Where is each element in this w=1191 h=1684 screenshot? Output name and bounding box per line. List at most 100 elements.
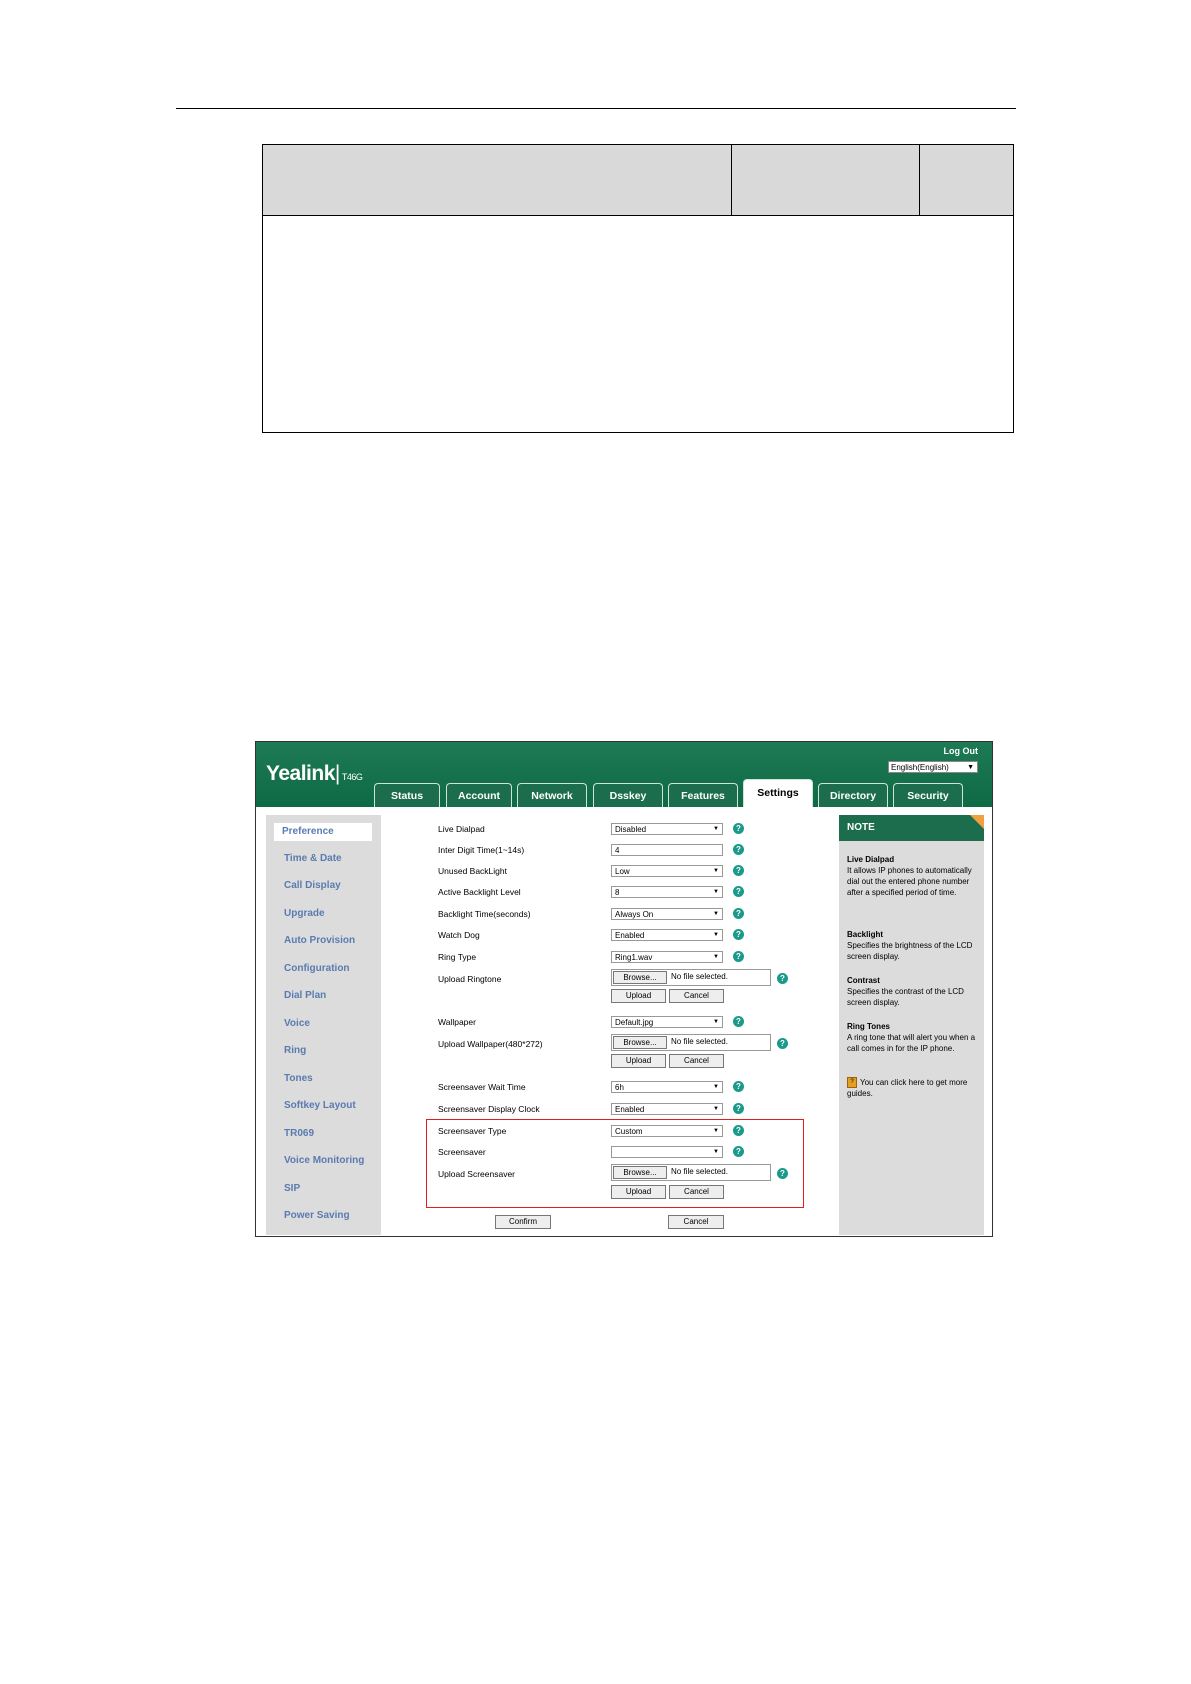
logout-link[interactable]: Log Out [944,746,979,756]
live-dialpad-value: Disabled [615,825,647,834]
ringtone-file-input[interactable]: Browse... No file selected. [611,969,771,986]
sidebar-item-upgrade[interactable]: Upgrade [284,908,325,919]
sidebar-item-time-date[interactable]: Time & Date [284,853,342,864]
watch-dog-value: Enabled [615,931,645,940]
browse-button[interactable]: Browse... [613,1036,667,1049]
upload-wallpaper-label: Upload Wallpaper(480*272) [438,1039,543,1049]
help-icon[interactable]: ? [733,908,744,919]
banner: Yealink| T46G Log Out English(English) ▼ S… [256,742,992,807]
sidebar-item-ring[interactable]: Ring [284,1045,306,1056]
screensaver-select[interactable]: ▼ [611,1146,723,1158]
screensaver-clock-select[interactable]: Enabled ▼ [611,1103,723,1115]
inter-digit-input[interactable]: 4 [611,844,723,856]
screensaver-clock-label: Screensaver Display Clock [438,1104,540,1114]
logo-sep: | [334,762,340,785]
sidebar-item-tr069[interactable]: TR069 [284,1128,314,1139]
watch-dog-select[interactable]: Enabled ▼ [611,929,723,941]
watch-dog-label: Watch Dog [438,930,480,940]
header-rule [176,108,1016,109]
tab-network[interactable]: Network [517,783,587,807]
screensaver-file-input[interactable]: Browse... No file selected. [611,1164,771,1181]
backlight-time-value: Always On [615,910,654,919]
upload-button[interactable]: Upload [611,1054,666,1068]
help-icon[interactable]: ? [733,1016,744,1027]
help-icon[interactable]: ? [733,929,744,940]
screensaver-wait-select[interactable]: 6h ▼ [611,1081,723,1093]
wallpaper-file-input[interactable]: Browse... No file selected. [611,1034,771,1051]
sidebar-item-preference[interactable]: Preference [274,823,372,841]
unused-backlight-select[interactable]: Low ▼ [611,865,723,877]
help-icon[interactable]: ? [733,886,744,897]
note-guide-link[interactable]: ? You can click here to get more guides. [847,1077,979,1099]
upload-button[interactable]: Upload [611,1185,666,1199]
note-live-dialpad: Live Dialpad It allows IP phones to auto… [847,854,979,898]
tab-settings[interactable]: Settings [743,779,813,807]
sidebar-item-call-display[interactable]: Call Display [284,880,341,891]
backlight-time-label: Backlight Time(seconds) [438,909,531,919]
note-contrast: Contrast Specifies the contrast of the L… [847,975,979,1008]
browse-button[interactable]: Browse... [613,1166,667,1179]
ring-type-label: Ring Type [438,952,477,962]
no-file-text: No file selected. [671,972,728,981]
yealink-logo: Yealink| T46G [266,762,363,786]
cancel-button[interactable]: Cancel [669,989,724,1003]
note-title: NOTE [839,815,984,841]
tab-account[interactable]: Account [446,783,512,807]
tab-features[interactable]: Features [668,783,738,807]
live-dialpad-select[interactable]: Disabled ▼ [611,823,723,835]
sidebar-item-configuration[interactable]: Configuration [284,963,350,974]
language-select[interactable]: English(English) ▼ [888,761,978,773]
help-icon[interactable]: ? [733,865,744,876]
tab-status[interactable]: Status [374,783,440,807]
note-ringtones: Ring Tones A ring tone that will alert y… [847,1021,979,1054]
cancel-button[interactable]: Cancel [668,1215,724,1229]
note-backlight-title: Backlight [847,930,884,939]
cancel-button[interactable]: Cancel [669,1185,724,1199]
help-icon[interactable]: ? [733,844,744,855]
active-backlight-value: 8 [615,888,620,897]
doc-table-divider [919,145,920,215]
help-icon[interactable]: ? [733,1125,744,1136]
upload-button[interactable]: Upload [611,989,666,1003]
wallpaper-select[interactable]: Default.jpg ▼ [611,1016,723,1028]
help-icon[interactable]: ? [733,951,744,962]
confirm-button[interactable]: Confirm [495,1215,551,1229]
doc-table [262,144,1014,433]
sidebar-item-softkey-layout[interactable]: Softkey Layout [284,1100,356,1111]
sidebar-item-sip[interactable]: SIP [284,1183,300,1194]
help-icon[interactable]: ? [777,973,788,984]
backlight-time-select[interactable]: Always On ▼ [611,908,723,920]
ring-type-select[interactable]: Ring1.wav ▼ [611,951,723,963]
help-icon[interactable]: ? [733,823,744,834]
active-backlight-select[interactable]: 8 ▼ [611,886,723,898]
sidebar-item-tones[interactable]: Tones [284,1073,313,1084]
tab-security[interactable]: Security [893,783,963,807]
sidebar-item-dial-plan[interactable]: Dial Plan [284,990,326,1001]
screensaver-type-select[interactable]: Custom ▼ [611,1125,723,1137]
chevron-down-icon: ▼ [713,1128,719,1134]
note-contrast-text: Specifies the contrast of the LCD screen… [847,987,964,1007]
help-icon[interactable]: ? [733,1081,744,1092]
help-icon[interactable]: ? [777,1038,788,1049]
sidebar-item-voice-monitoring[interactable]: Voice Monitoring [284,1155,364,1166]
logo-model: T46G [341,772,363,782]
chevron-down-icon: ▼ [713,1149,719,1155]
chevron-down-icon: ▼ [713,911,719,917]
chevron-down-icon: ▼ [713,889,719,895]
chevron-down-icon: ▼ [713,932,719,938]
sidebar: Preference Time & Date Call Display Upgr… [266,815,381,1235]
sidebar-item-voice[interactable]: Voice [284,1018,310,1029]
help-icon[interactable]: ? [733,1103,744,1114]
tab-dsskey[interactable]: Dsskey [593,783,663,807]
cancel-button[interactable]: Cancel [669,1054,724,1068]
sidebar-item-power-saving[interactable]: Power Saving [284,1210,350,1221]
tab-directory[interactable]: Directory [818,783,888,807]
sidebar-item-auto-provision[interactable]: Auto Provision [284,935,355,946]
logo-name: Yealink [266,762,335,785]
no-file-text: No file selected. [671,1037,728,1046]
browse-button[interactable]: Browse... [613,971,667,984]
note-backlight-text: Specifies the brightness of the LCD scre… [847,941,973,961]
help-icon[interactable]: ? [777,1168,788,1179]
note-live-dialpad-text: It allows IP phones to automatically dia… [847,866,972,897]
help-icon[interactable]: ? [733,1146,744,1157]
